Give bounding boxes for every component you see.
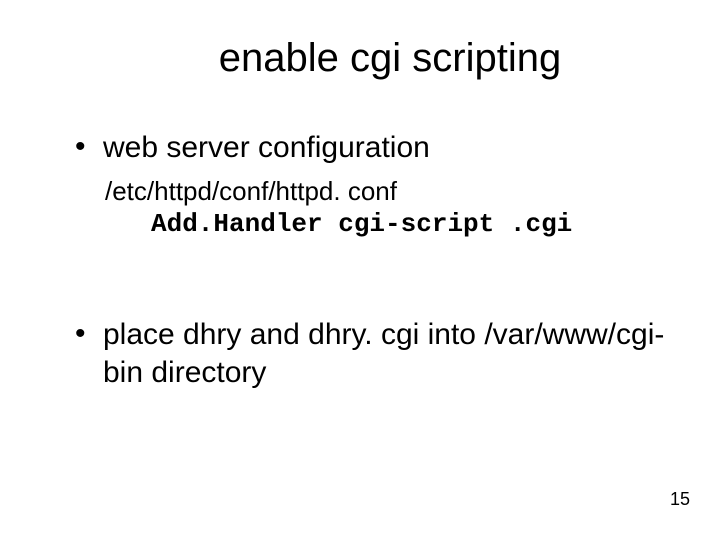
- bullet-list-2: place dhry and dhry. cgi into /var/www/c…: [55, 316, 665, 391]
- page-number: 15: [670, 489, 690, 510]
- bullet-item-config: web server configuration: [75, 129, 665, 167]
- bullet-list: web server configuration: [55, 129, 665, 167]
- config-directive: Add.Handler cgi-script .cgi: [151, 208, 665, 242]
- spacer: [55, 242, 665, 316]
- slide-title: enable cgi scripting: [115, 36, 665, 81]
- config-path: /etc/httpd/conf/httpd. conf: [105, 175, 665, 209]
- bullet-item-place: place dhry and dhry. cgi into /var/www/c…: [75, 316, 665, 391]
